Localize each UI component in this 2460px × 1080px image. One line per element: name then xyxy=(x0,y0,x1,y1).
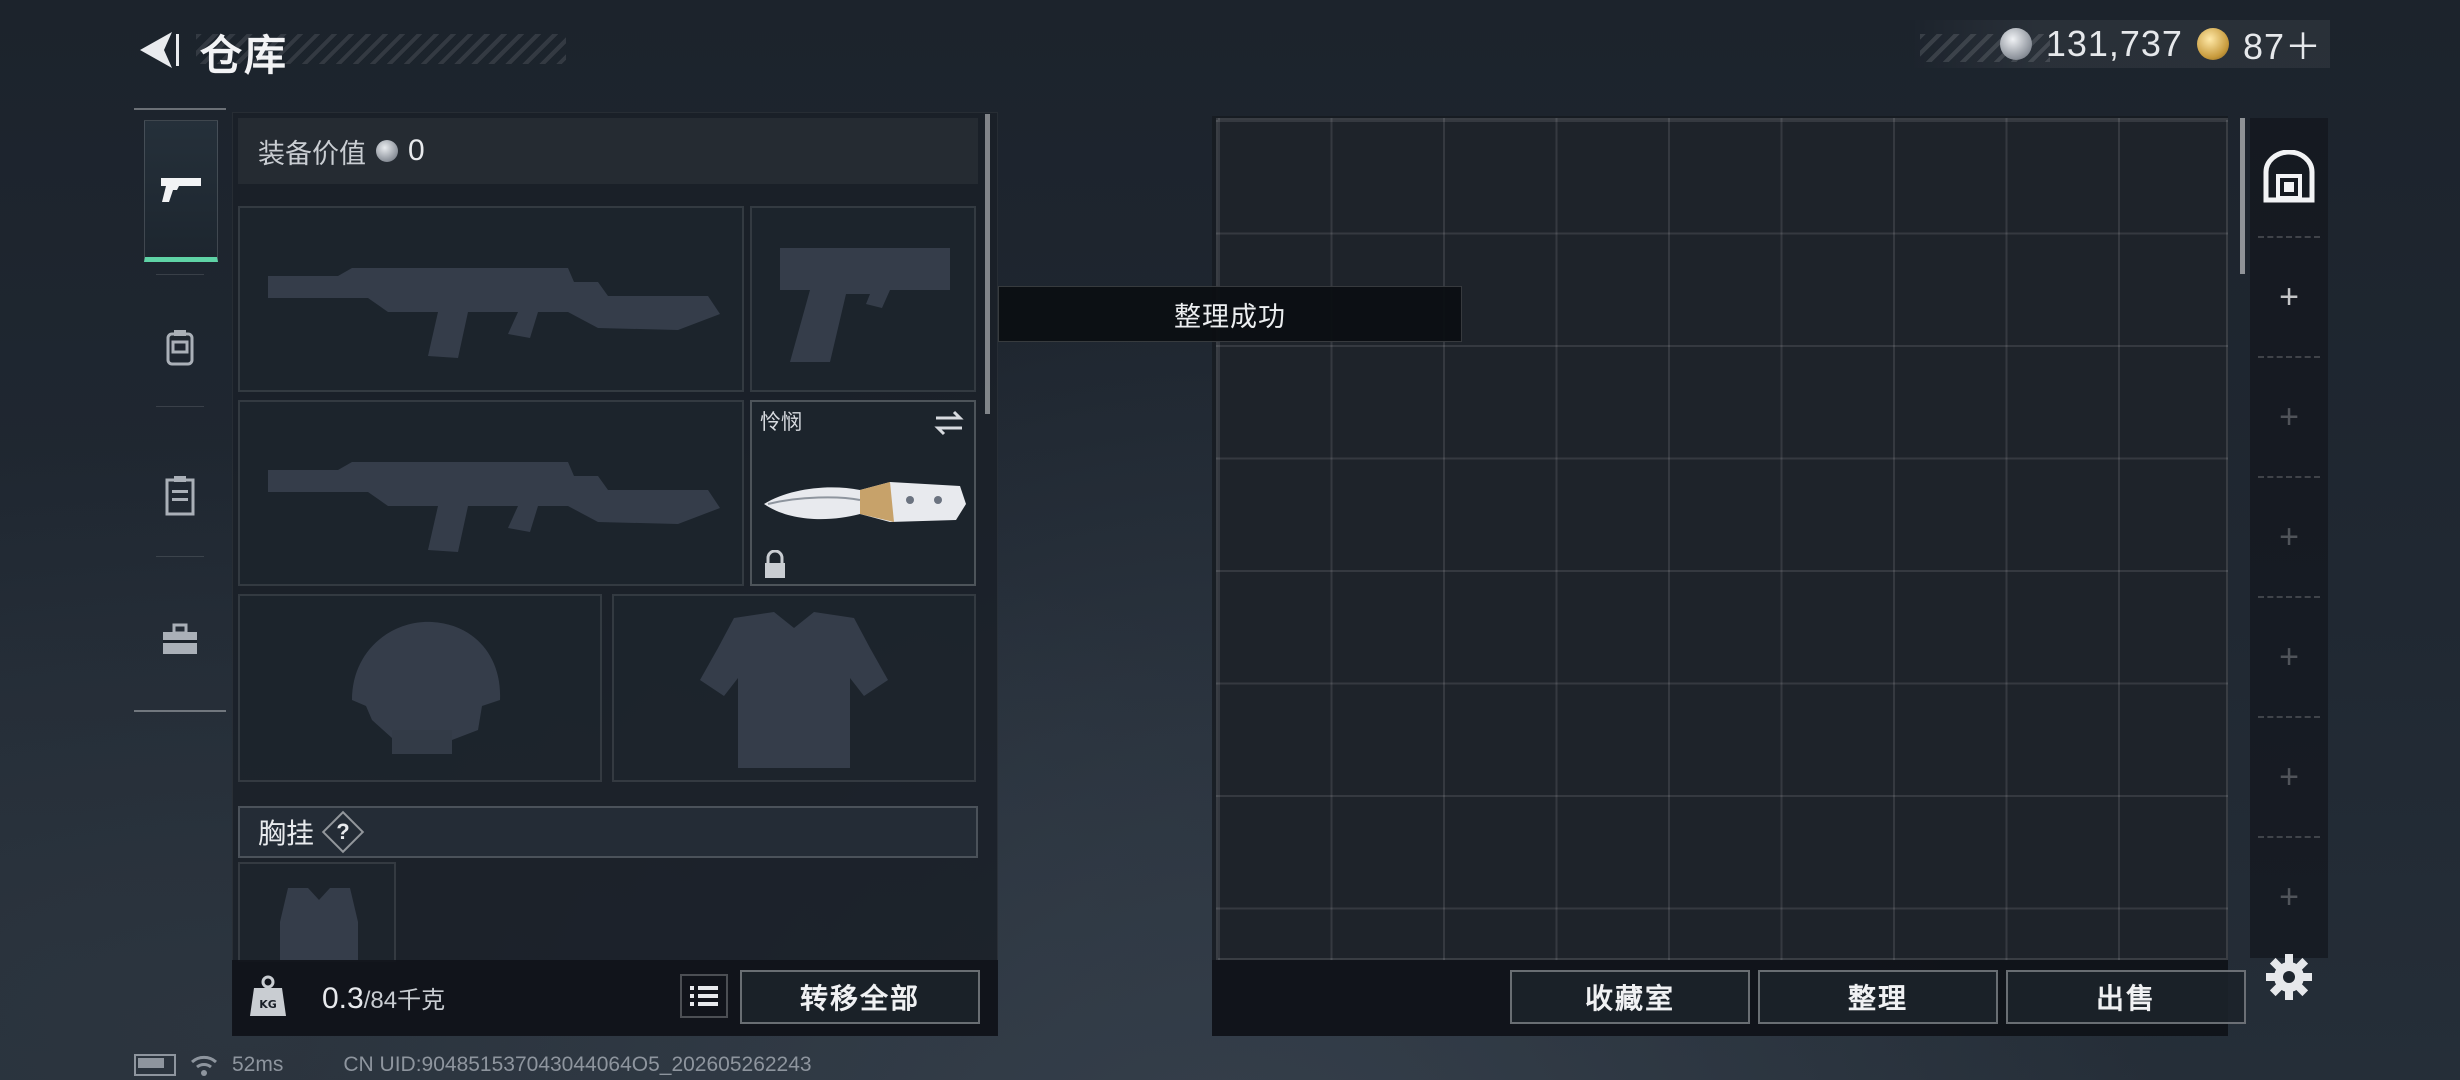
secondary-weapon-slot[interactable] xyxy=(238,400,744,586)
silver-coin-icon xyxy=(1999,28,2032,60)
tab-separator xyxy=(156,406,204,407)
category-tabs xyxy=(134,108,226,712)
svg-text:KG: KG xyxy=(259,998,277,1011)
primary-weapon-slot[interactable] xyxy=(238,206,744,392)
locker-icon xyxy=(165,476,195,516)
weight-current: 0.3 xyxy=(322,982,364,1015)
back-arrow-icon[interactable] xyxy=(132,26,180,74)
add-storage-page-button[interactable]: + xyxy=(2258,356,2320,476)
ping-text: 52ms xyxy=(232,1053,284,1076)
melee-name: 怜悯 xyxy=(760,411,802,434)
add-storage-page-button[interactable]: + xyxy=(2258,476,2320,596)
chest-rig-silhouette-icon xyxy=(280,888,358,960)
currency-bar: 131,737 87＋ xyxy=(1909,18,2330,70)
status-bar: 52ms CN UID:904851537043044064O5_2026052… xyxy=(134,1050,812,1080)
tab-separator xyxy=(156,556,204,557)
tab-locker[interactable] xyxy=(144,428,216,564)
weight-readout: 0.3/84千克 xyxy=(322,980,445,1016)
melee-slot[interactable]: 怜悯 xyxy=(750,400,976,586)
storage-scrollbar[interactable] xyxy=(2240,118,2245,274)
backpack-icon xyxy=(166,330,194,366)
transfer-all-button[interactable]: 转移全部 xyxy=(740,970,980,1024)
tab-separator xyxy=(156,274,204,275)
equipment-value: 0 xyxy=(408,134,425,167)
add-storage-page-button[interactable]: + xyxy=(2258,836,2320,956)
weight-capacity: /84千克 xyxy=(363,987,446,1014)
storage-grid[interactable] xyxy=(1216,118,2228,960)
chest-rig-slot[interactable] xyxy=(238,862,396,962)
organize-button[interactable]: 整理 xyxy=(1758,970,1998,1024)
silver-amount: 131,737 xyxy=(2045,23,2183,64)
list-icon xyxy=(690,986,718,1006)
list-view-button[interactable] xyxy=(680,974,728,1018)
add-storage-page-button[interactable]: + xyxy=(2258,596,2320,716)
lock-icon xyxy=(765,550,785,578)
sidearm-slot[interactable] xyxy=(750,206,976,392)
weight-icon: KG xyxy=(250,975,286,1016)
chest-rig-label: 胸挂 xyxy=(258,818,315,849)
pistol-silhouette-icon xyxy=(780,248,950,362)
battery-icon xyxy=(134,1054,176,1076)
pistol-icon xyxy=(161,178,201,202)
gear-icon[interactable] xyxy=(2264,952,2314,1002)
wifi-icon xyxy=(191,1055,217,1076)
gold-amount[interactable]: 87＋ xyxy=(2243,18,2322,70)
helmet-slot[interactable] xyxy=(238,594,602,782)
help-icon[interactable]: ? xyxy=(321,810,365,854)
collection-room-button[interactable]: 收藏室 xyxy=(1510,970,1750,1024)
safe-box-icon[interactable] xyxy=(2262,150,2316,204)
equipment-value-label: 装备价值 xyxy=(258,138,366,169)
toast-notification: 整理成功 xyxy=(998,286,1462,342)
armor-silhouette-icon xyxy=(700,612,888,768)
chest-rig-section: 胸挂 ? xyxy=(238,806,978,858)
page-title: 仓库 xyxy=(200,32,289,79)
add-storage-page-button[interactable]: + xyxy=(2258,716,2320,836)
silver-coin-icon xyxy=(376,140,398,162)
helmet-silhouette-icon xyxy=(352,621,501,754)
equipment-value-header: 装备价值 0 xyxy=(238,118,978,184)
swap-icon[interactable] xyxy=(932,406,966,440)
knife-icon xyxy=(764,482,966,522)
tab-toolbox[interactable] xyxy=(144,572,216,708)
help-glyph: ? xyxy=(336,819,350,844)
add-storage-page-button[interactable]: + xyxy=(2258,236,2320,356)
gold-coin-icon xyxy=(2196,28,2229,60)
equipment-scrollbar[interactable] xyxy=(985,114,990,414)
tab-backpack[interactable] xyxy=(144,280,216,416)
rifle-silhouette-icon xyxy=(268,268,720,358)
toolbox-icon xyxy=(163,623,197,654)
body-armor-slot[interactable] xyxy=(612,594,976,782)
tab-weapons[interactable] xyxy=(144,120,218,262)
sell-button[interactable]: 出售 xyxy=(2006,970,2246,1024)
rifle-silhouette-icon xyxy=(268,462,720,552)
uid-text: CN UID:904851537043044064O5_202605262243 xyxy=(343,1053,812,1076)
